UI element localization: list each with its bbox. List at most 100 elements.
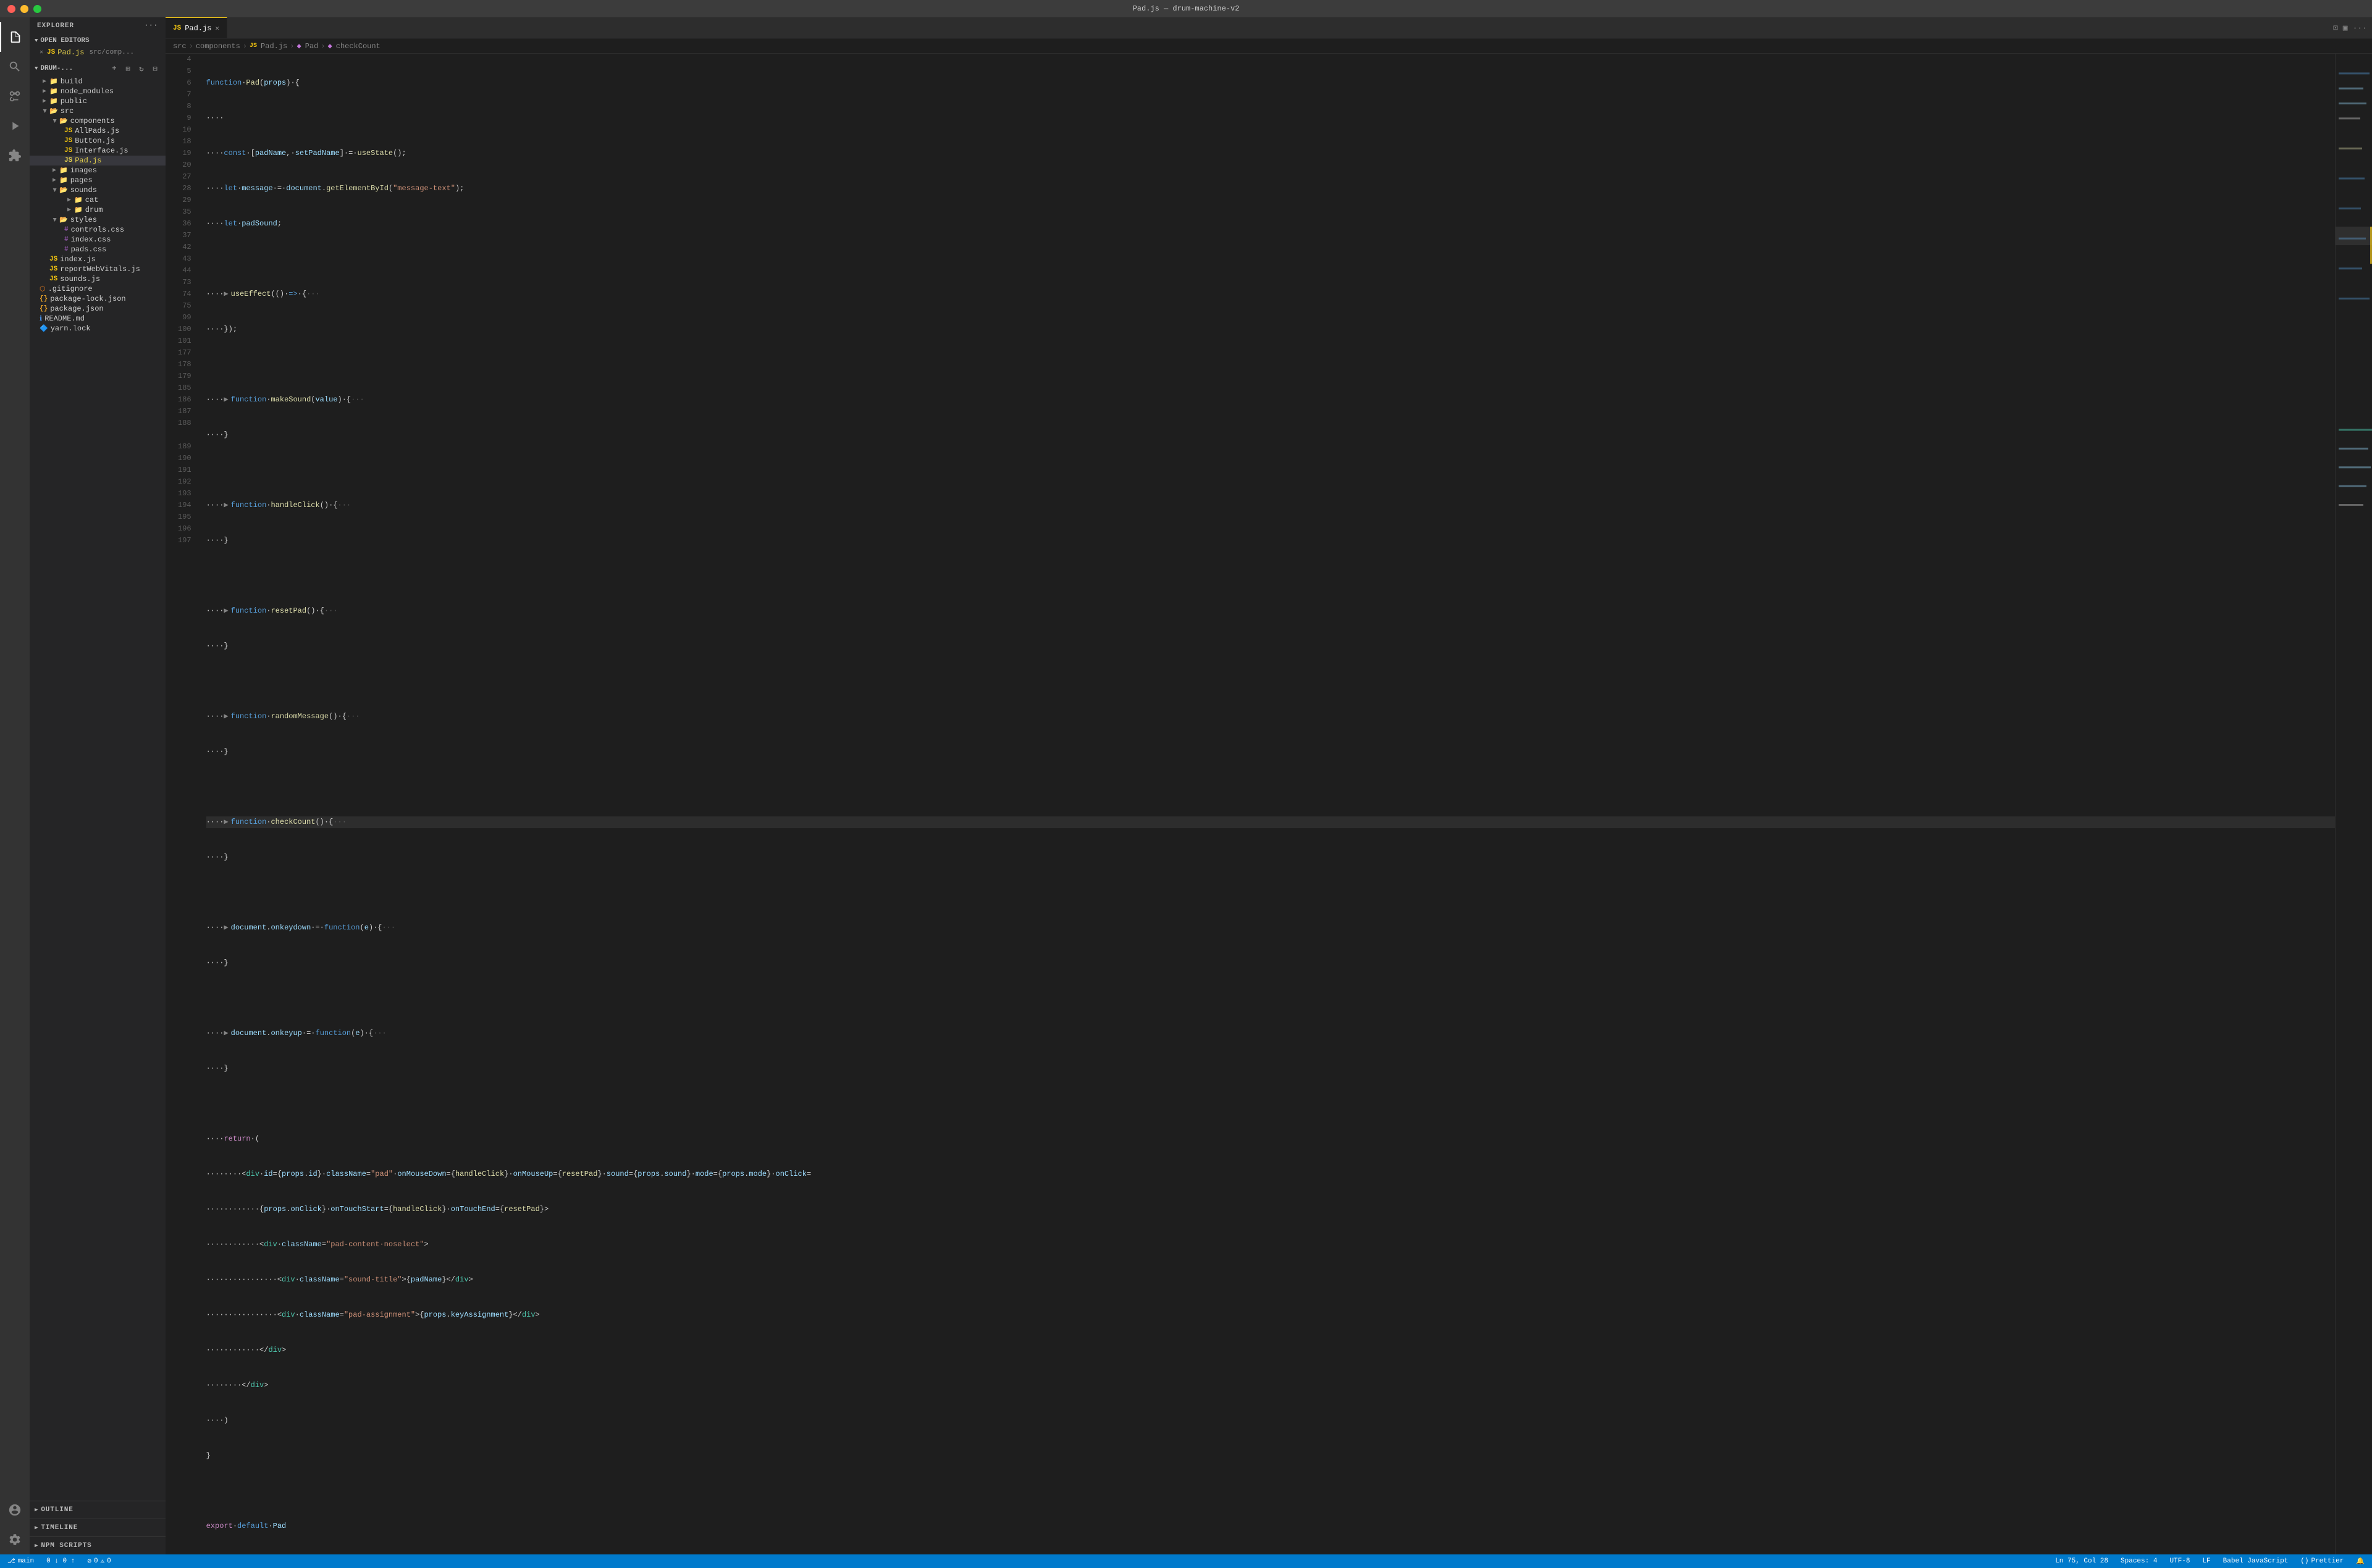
run-activity-icon[interactable] bbox=[0, 111, 30, 141]
collapse-icon[interactable]: ▶ bbox=[224, 605, 228, 617]
js-file-icon: JS bbox=[49, 266, 57, 273]
code-line-6: ····const·[padName,·setPadName]·=·useSta… bbox=[206, 148, 2335, 159]
tree-item-pads-css[interactable]: # pads.css bbox=[30, 245, 166, 254]
folder-icon: 📁 bbox=[49, 77, 58, 86]
folder-open-icon: 📂 bbox=[59, 117, 68, 125]
project-section[interactable]: ▼ DRUM-... + ⊞ ↻ ⊟ bbox=[30, 61, 166, 77]
chevron-down-icon: ▶ bbox=[51, 185, 58, 195]
settings-activity-icon[interactable] bbox=[0, 1525, 30, 1554]
notifications-status[interactable]: 🔔 bbox=[2353, 1557, 2367, 1566]
tree-item-index-css[interactable]: # index.css bbox=[30, 235, 166, 245]
git-branch-label: main bbox=[18, 1558, 34, 1565]
collapse-icon[interactable]: ▶ bbox=[224, 922, 228, 934]
tab-close-icon[interactable]: ✕ bbox=[215, 24, 219, 33]
refresh-icon[interactable]: ↻ bbox=[136, 63, 147, 74]
code-line-27: ····} bbox=[206, 429, 2335, 441]
tree-item-readme-md[interactable]: ℹ README.md bbox=[30, 314, 166, 324]
sync-status[interactable]: 0 ↓ 0 ↑ bbox=[44, 1558, 77, 1565]
tree-item-sounds[interactable]: ▶ 📂 sounds bbox=[30, 185, 166, 195]
tree-item-reportwebvitals-js[interactable]: JS reportWebVitals.js bbox=[30, 264, 166, 274]
tree-item-allpads-js[interactable]: JS AllPads.js bbox=[30, 126, 166, 136]
tree-item-build[interactable]: ▶ 📁 build bbox=[30, 77, 166, 86]
tree-item-index-js[interactable]: JS index.js bbox=[30, 254, 166, 264]
open-editor-path: src/comp... bbox=[89, 49, 134, 56]
errors-status[interactable]: ⊘ 0 ⚠ 0 bbox=[85, 1557, 113, 1566]
tree-item-styles[interactable]: ▶ 📂 styles bbox=[30, 215, 166, 225]
breadcrumb-checkcount[interactable]: checkCount bbox=[336, 42, 381, 51]
css-file-icon: # bbox=[64, 236, 69, 243]
encoding-status[interactable]: UTF-8 bbox=[2167, 1558, 2192, 1565]
split-editor-icon[interactable]: ⊡ bbox=[2333, 23, 2338, 33]
cursor-position-status[interactable]: Ln 75, Col 28 bbox=[2053, 1558, 2111, 1565]
sidebar-title: EXPLORER bbox=[37, 22, 74, 30]
collapse-icon[interactable]: ▶ bbox=[224, 816, 228, 828]
collapse-all-icon[interactable]: ⊟ bbox=[149, 63, 161, 74]
close-button[interactable] bbox=[7, 5, 15, 13]
code-lines[interactable]: function·Pad(props)·{ ···· ····const·[pa… bbox=[201, 54, 2335, 1554]
chevron-right-icon: ▶ bbox=[40, 98, 49, 105]
gitignore-file-icon: ⬡ bbox=[40, 285, 46, 293]
breadcrumb-src[interactable]: src bbox=[173, 42, 187, 51]
git-branch-status[interactable]: ⎇ main bbox=[5, 1557, 36, 1566]
breadcrumb-padjs[interactable]: Pad.js bbox=[261, 42, 287, 51]
tree-item-pages[interactable]: ▶ 📁 pages bbox=[30, 175, 166, 185]
account-activity-icon[interactable] bbox=[0, 1495, 30, 1525]
file-tree: ▶ 📁 build ▶ 📁 node_modules ▶ 📁 public bbox=[30, 77, 166, 1501]
minimize-button[interactable] bbox=[20, 5, 28, 13]
maximize-button[interactable] bbox=[33, 5, 41, 13]
language-status[interactable]: Babel JavaScript bbox=[2221, 1558, 2291, 1565]
tree-item-images[interactable]: ▶ 📁 images bbox=[30, 166, 166, 175]
tab-bar: JS Pad.js ✕ ⊡ ▣ ··· bbox=[166, 17, 2372, 39]
open-editor-filename: Pad.js bbox=[57, 48, 84, 57]
tab-pad-js[interactable]: JS Pad.js ✕ bbox=[166, 17, 227, 38]
tree-item-package-json[interactable]: {} package.json bbox=[30, 304, 166, 314]
open-editors-section[interactable]: ▼ OPEN EDITORS bbox=[30, 35, 166, 47]
breadcrumb-components[interactable]: components bbox=[196, 42, 240, 51]
sidebar-more-icon[interactable]: ··· bbox=[145, 22, 158, 30]
collapse-icon[interactable]: ▶ bbox=[224, 288, 228, 300]
more-actions-icon[interactable]: ··· bbox=[2353, 23, 2367, 33]
source-control-activity-icon[interactable] bbox=[0, 82, 30, 111]
warnings-label: 0 bbox=[107, 1558, 111, 1565]
tree-item-src[interactable]: ▶ 📂 src bbox=[30, 106, 166, 116]
code-line-73: ····} bbox=[206, 746, 2335, 758]
indentation-status[interactable]: Spaces: 4 bbox=[2118, 1558, 2160, 1565]
tree-item-pad-js[interactable]: JS Pad.js bbox=[30, 156, 166, 166]
timeline-header[interactable]: ▶ TIMELINE bbox=[30, 1522, 166, 1534]
code-line-29: ····▶function·handleClick()·{··· bbox=[206, 500, 2335, 511]
tree-item-cat[interactable]: ▶ 📁 cat bbox=[30, 195, 166, 205]
tree-item-gitignore[interactable]: ⬡ .gitignore bbox=[30, 284, 166, 294]
close-editor-icon[interactable]: ✕ bbox=[40, 49, 43, 56]
tree-item-public[interactable]: ▶ 📁 public bbox=[30, 96, 166, 106]
collapse-icon[interactable]: ▶ bbox=[224, 500, 228, 511]
code-content: 4 5 6 7 8 9 10 18 19 20 27 28 29 35 bbox=[166, 54, 2335, 1554]
formatter-status[interactable]: () Prettier bbox=[2298, 1558, 2346, 1565]
search-activity-icon[interactable] bbox=[0, 52, 30, 82]
tree-item-node-modules[interactable]: ▶ 📁 node_modules bbox=[30, 86, 166, 96]
explorer-activity-icon[interactable] bbox=[0, 22, 30, 52]
new-file-icon[interactable]: + bbox=[109, 63, 120, 74]
breadcrumb-pad[interactable]: Pad bbox=[305, 42, 319, 51]
collapse-icon[interactable]: ▶ bbox=[224, 1028, 228, 1039]
outline-header[interactable]: ▶ OUTLINE bbox=[30, 1504, 166, 1516]
tree-item-interface-js[interactable]: JS Interface.js bbox=[30, 146, 166, 156]
line-ending-status[interactable]: LF bbox=[2200, 1558, 2213, 1565]
new-folder-icon[interactable]: ⊞ bbox=[122, 63, 133, 74]
js-file-icon: JS bbox=[64, 127, 72, 135]
tree-item-yarn-lock[interactable]: 🔷 yarn.lock bbox=[30, 324, 166, 333]
tree-item-components[interactable]: ▶ 📂 components bbox=[30, 116, 166, 126]
tree-item-button-js[interactable]: JS Button.js bbox=[30, 136, 166, 146]
collapse-icon[interactable]: ▶ bbox=[224, 711, 228, 723]
editor-layout-icon[interactable]: ▣ bbox=[2343, 23, 2348, 33]
chevron-right-icon: ▶ bbox=[64, 196, 74, 204]
tree-item-package-lock-json[interactable]: {} package-lock.json bbox=[30, 294, 166, 304]
open-editor-pad-js[interactable]: ✕ JS Pad.js src/comp... bbox=[30, 47, 166, 58]
extensions-activity-icon[interactable] bbox=[0, 141, 30, 170]
collapse-icon[interactable]: ▶ bbox=[224, 394, 228, 406]
npm-scripts-header[interactable]: ▶ NPM SCRIPTS bbox=[30, 1540, 166, 1552]
tree-item-controls-css[interactable]: # controls.css bbox=[30, 225, 166, 235]
tree-item-sounds-js[interactable]: JS sounds.js bbox=[30, 274, 166, 284]
code-editor[interactable]: 4 5 6 7 8 9 10 18 19 20 27 28 29 35 bbox=[166, 54, 2335, 1554]
tree-item-drum[interactable]: ▶ 📁 drum bbox=[30, 205, 166, 215]
chevron-right-icon: ▶ bbox=[64, 206, 74, 214]
